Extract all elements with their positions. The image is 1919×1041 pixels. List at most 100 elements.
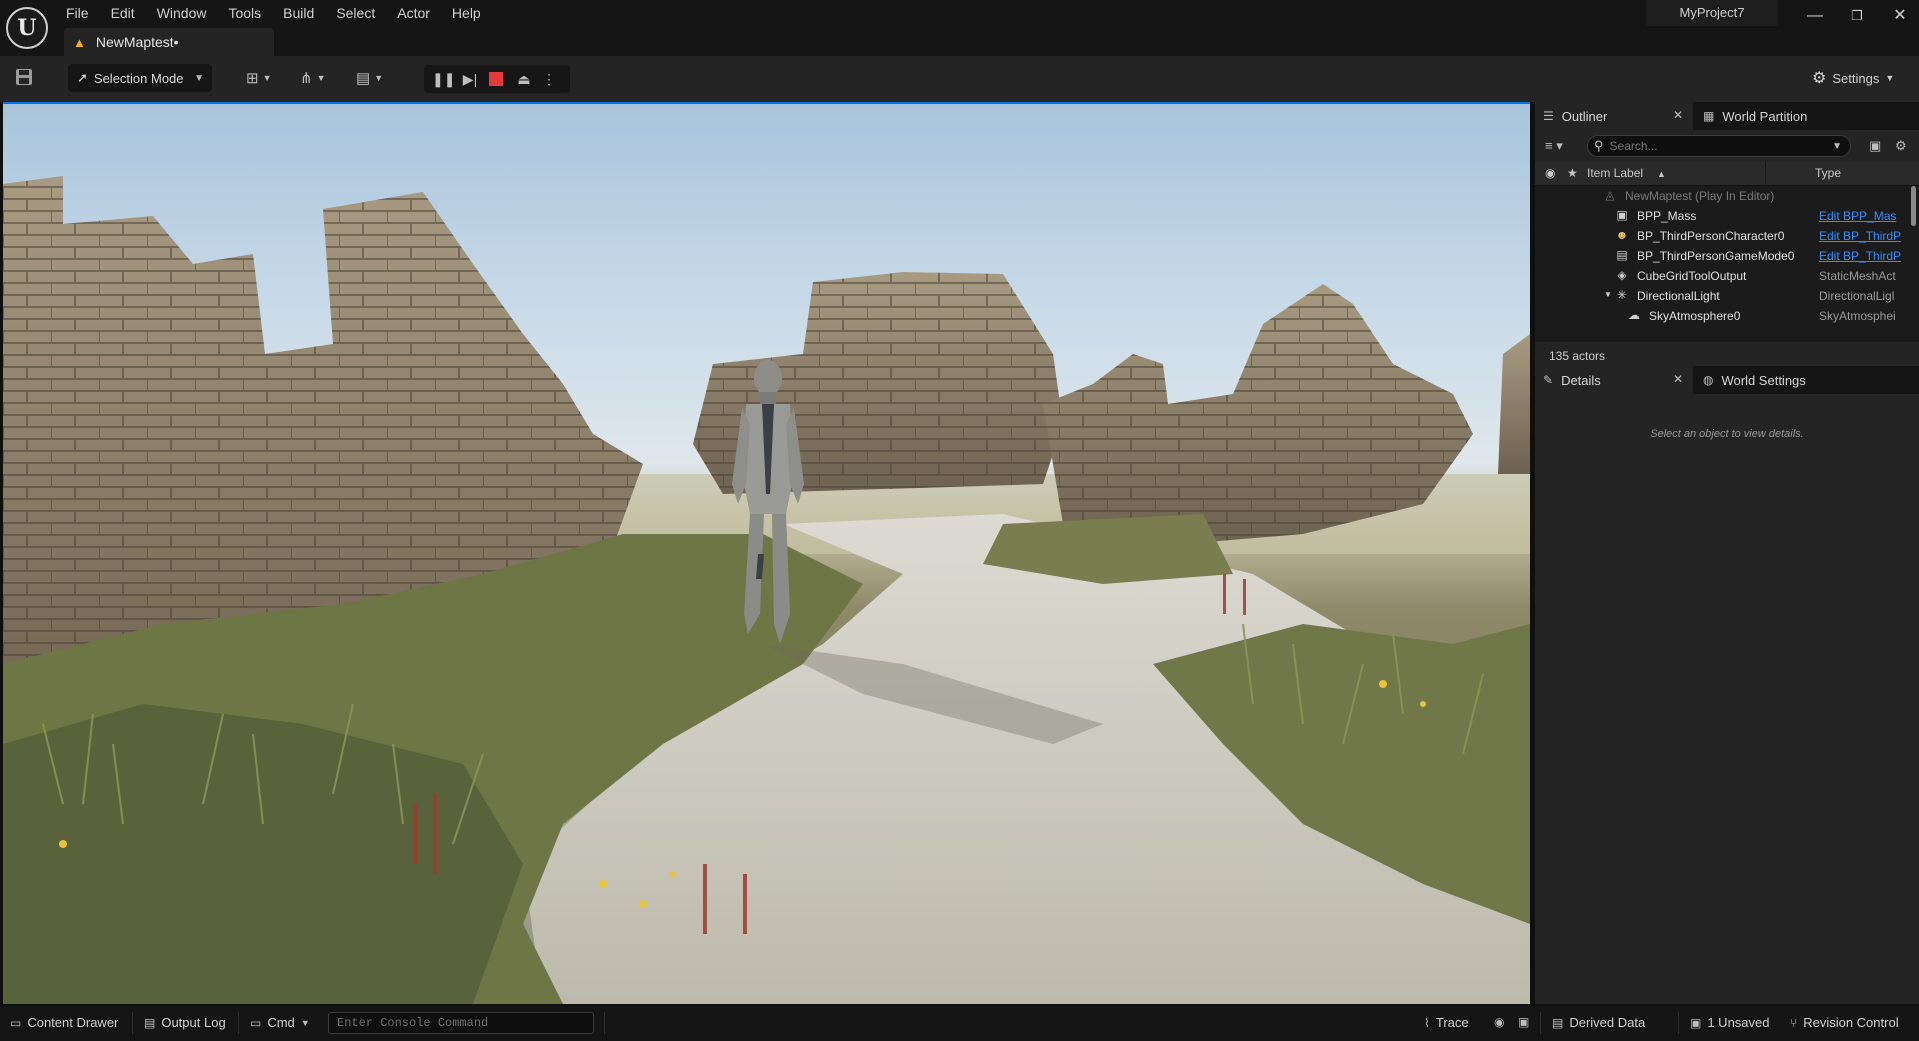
cursor-icon: ➚ (77, 70, 88, 85)
menu-actor[interactable]: Actor (386, 3, 441, 23)
cmd-label: Cmd (267, 1015, 295, 1030)
unsaved-label: 1 Unsaved (1707, 1015, 1770, 1030)
tree-row-world[interactable]: ◬ NewMaptest (Play In Editor) (1535, 186, 1911, 206)
search-input[interactable] (1609, 139, 1810, 153)
unsaved-button[interactable]: ▣ 1 Unsaved (1690, 1015, 1770, 1030)
stop-icon[interactable] (486, 69, 506, 89)
gear-icon[interactable]: ⚙ (1895, 138, 1907, 154)
output-log-button[interactable]: ▤ Output Log (144, 1015, 226, 1030)
pin-star-icon[interactable]: ★ (1567, 166, 1578, 180)
more-options-icon[interactable]: ⋮ (542, 69, 556, 89)
tree-row-sky-atmosphere[interactable]: ☁ SkyAtmosphere0 SkyAtmosphei (1535, 306, 1911, 326)
close-tab-icon[interactable]: ✕ (1673, 372, 1683, 386)
divider (132, 1012, 133, 1034)
tab-world-settings-label: World Settings (1721, 372, 1806, 388)
blueprint-icon: ⋔ (300, 70, 313, 87)
title-bar: U File Edit Window Tools Build Select Ac… (0, 0, 1919, 56)
chevron-down-icon: ▼ (262, 73, 272, 83)
outliner-toolbar: ≡ ▾ ⚲ ▼ ▣ ⚙ (1535, 130, 1919, 162)
settings-button[interactable]: ⚙ Settings ▼ (1812, 68, 1894, 88)
menu-edit[interactable]: Edit (100, 3, 146, 23)
eject-icon[interactable]: ⏏ (514, 69, 534, 89)
actor-icon: ▣ (1616, 208, 1628, 222)
revision-control-button[interactable]: ⑂ Revision Control (1790, 1015, 1899, 1030)
cinematics-button[interactable]: ▤ ▼ (356, 67, 383, 89)
pause-icon[interactable]: ❚❚ (432, 69, 455, 89)
divider (604, 1012, 605, 1034)
revision-control-icon: ⑂ (1790, 1015, 1798, 1030)
search-icon: ⚲ (1594, 138, 1604, 153)
tree-row-cubegrid[interactable]: ◈ CubeGridToolOutput StaticMeshAct (1535, 266, 1911, 286)
expand-arrow-icon[interactable]: ▼ (1601, 288, 1615, 302)
content-drawer-label: Content Drawer (27, 1015, 119, 1030)
row-label: SkyAtmosphere0 (1649, 309, 1741, 323)
sky-atmosphere-icon: ☁ (1628, 308, 1640, 322)
outliner-scrollbar[interactable] (1911, 186, 1916, 226)
tab-details[interactable]: ✎ Details ✕ (1535, 366, 1693, 394)
screenshot-icon[interactable]: ▣ (1518, 1015, 1529, 1029)
tree-row-bpp-mass[interactable]: ▣ BPP_Mass Edit BPP_Mas (1535, 206, 1911, 226)
add-actor-button[interactable]: ⊞ ▼ (246, 67, 272, 89)
level-tab[interactable]: ▲ NewMaptest• (64, 28, 274, 56)
edit-blueprint-link[interactable]: Edit BPP_Mas (1819, 209, 1901, 223)
unreal-logo-icon[interactable]: U (6, 7, 48, 49)
close-icon[interactable]: ✕ (1886, 4, 1914, 28)
blueprint-button[interactable]: ⋔ ▼ (300, 67, 326, 89)
column-item-label[interactable]: Item Label (1587, 166, 1643, 180)
viewport-scene (3, 176, 1530, 1004)
row-label: BP_ThirdPersonCharacter0 (1637, 229, 1785, 243)
trace-label: Trace (1435, 1015, 1469, 1030)
menu-build[interactable]: Build (272, 3, 325, 23)
menu-window[interactable]: Window (146, 3, 218, 23)
tab-outliner-label: Outliner (1561, 108, 1608, 124)
selection-mode-dropdown[interactable]: ➚ Selection Mode ▼ (68, 64, 212, 92)
outliner-column-header: ◉ ★ Item Label ▲ Type (1535, 162, 1919, 186)
restore-icon[interactable]: ❐ (1843, 4, 1871, 28)
menu-file[interactable]: File (66, 3, 100, 23)
level-viewport[interactable] (3, 102, 1530, 1004)
save-icon[interactable] (14, 67, 36, 89)
chevron-down-icon: ▼ (316, 73, 326, 83)
output-log-icon: ▤ (144, 1015, 156, 1030)
column-type[interactable]: Type (1815, 166, 1841, 180)
main-toolbar: ➚ Selection Mode ▼ ⊞ ▼ ⋔ ▼ ▤ ▼ ❚❚ ▶| ⏏ ⋮ ⚙ … (0, 56, 1919, 102)
trace-icon: ⌇ (1424, 1015, 1430, 1030)
row-type: SkyAtmosphei (1819, 309, 1896, 323)
warning-triangle-icon: ▲ (73, 34, 86, 50)
row-type: DirectionalLigl (1819, 289, 1895, 303)
menu-bar: File Edit Window Tools Build Select Acto… (66, 3, 492, 23)
menu-help[interactable]: Help (441, 3, 492, 23)
step-icon[interactable]: ▶| (460, 69, 480, 89)
menu-tools[interactable]: Tools (217, 3, 272, 23)
tab-world-settings[interactable]: ◍ World Settings (1695, 366, 1855, 394)
tree-row-character[interactable]: ☻ BP_ThirdPersonCharacter0 Edit BP_Third… (1535, 226, 1911, 246)
clapperboard-icon: ▤ (356, 70, 371, 87)
trace-button[interactable]: ⌇ Trace (1424, 1015, 1469, 1030)
record-icon[interactable]: ◉ (1494, 1015, 1504, 1029)
menu-select[interactable]: Select (325, 3, 386, 23)
divider (1678, 1012, 1679, 1034)
filter-icon[interactable]: ≡ ▾ (1545, 138, 1563, 154)
edit-blueprint-link[interactable]: Edit BP_ThirdP (1819, 249, 1901, 263)
outliner-search[interactable]: ⚲ ▼ (1587, 135, 1851, 157)
add-folder-icon[interactable]: ▣ (1869, 138, 1881, 154)
tree-row-directional-light[interactable]: ▼ ✳ DirectionalLight DirectionalLigl (1535, 286, 1911, 306)
close-tab-icon[interactable]: ✕ (1673, 108, 1683, 122)
tab-world-partition-label: World Partition (1722, 108, 1808, 124)
world-icon: ◬ (1605, 188, 1615, 202)
tab-outliner[interactable]: ☰ Outliner ✕ (1535, 102, 1693, 130)
derived-data-button[interactable]: ▤ Derived Data (1552, 1015, 1645, 1030)
content-drawer-icon: ▭ (10, 1015, 22, 1030)
content-drawer-button[interactable]: ▭ Content Drawer (10, 1015, 118, 1030)
edit-blueprint-link[interactable]: Edit BP_ThirdP (1819, 229, 1901, 243)
minimize-icon[interactable]: — (1801, 4, 1829, 28)
details-tab-bar: ✎ Details ✕ ◍ World Settings (1535, 366, 1919, 394)
console-command-input[interactable] (328, 1012, 594, 1034)
tree-row-gamemode[interactable]: ▤ BP_ThirdPersonGameMode0 Edit BP_ThirdP (1535, 246, 1911, 266)
cmd-dropdown[interactable]: ▭ Cmd ▼ (250, 1015, 310, 1030)
details-empty-hint: Select an object to view details. (1650, 428, 1804, 440)
column-divider (1765, 162, 1766, 186)
outliner-tree: ◬ NewMaptest (Play In Editor) ▣ BPP_Mass… (1535, 186, 1919, 342)
tab-world-partition[interactable]: ▦ World Partition (1695, 102, 1855, 130)
visibility-eye-icon[interactable]: ◉ (1545, 166, 1555, 180)
